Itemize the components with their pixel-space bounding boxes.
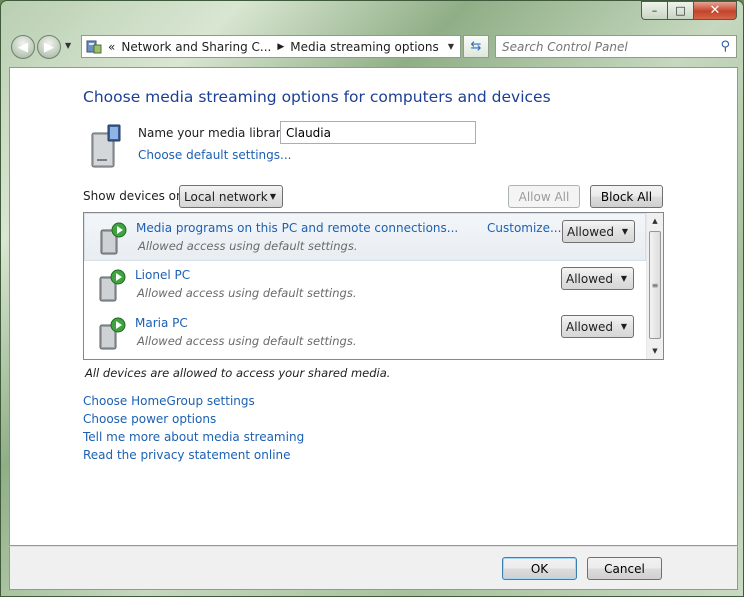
- refresh-button[interactable]: ⇆: [463, 35, 489, 58]
- customize-link[interactable]: Customize...: [487, 221, 561, 235]
- device-row[interactable]: Media programs on this PC and remote con…: [84, 213, 646, 261]
- device-name[interactable]: Maria PC: [135, 316, 188, 330]
- control-panel-icon: [86, 40, 102, 53]
- show-devices-value: Local network: [184, 189, 268, 204]
- device-status: Allowed access using default settings.: [137, 334, 357, 348]
- cancel-button[interactable]: Cancel: [587, 557, 662, 580]
- chevron-down-icon: ▼: [620, 274, 627, 283]
- permission-dropdown[interactable]: Allowed ▼: [561, 267, 634, 290]
- choose-default-settings-link[interactable]: Choose default settings...: [138, 148, 291, 162]
- address-dropdown-icon[interactable]: ▼: [448, 42, 454, 51]
- breadcrumb-media-streaming[interactable]: Media streaming options: [290, 40, 438, 54]
- breadcrumb-network-sharing[interactable]: Network and Sharing C...: [121, 40, 271, 54]
- address-bar[interactable]: « Network and Sharing C... ▶ Media strea…: [81, 35, 461, 58]
- caption-buttons: – □ ✕: [641, 1, 737, 21]
- chevron-down-icon: ▼: [621, 227, 628, 236]
- navigation-bar: ◀ ▶ ▼ « Network and Sharing C... ▶ Media…: [9, 33, 737, 61]
- scroll-down-icon[interactable]: ▼: [647, 343, 663, 359]
- device-list: Media programs on this PC and remote con…: [83, 212, 664, 360]
- breadcrumb-prefix[interactable]: «: [108, 40, 115, 54]
- page-title: Choose media streaming options for compu…: [83, 88, 551, 106]
- power-options-link[interactable]: Choose power options: [83, 411, 304, 427]
- close-button[interactable]: ✕: [693, 1, 737, 20]
- vertical-scrollbar[interactable]: ▲ ≡ ▼: [646, 213, 663, 359]
- device-name[interactable]: Lionel PC: [135, 268, 190, 282]
- library-name-label: Name your media library:: [138, 126, 291, 140]
- device-row[interactable]: Lionel PC Allowed access using default s…: [84, 261, 646, 309]
- recent-pages-dropdown-icon[interactable]: ▼: [65, 41, 71, 50]
- scroll-up-icon[interactable]: ▲: [647, 213, 663, 229]
- forward-button[interactable]: ▶: [37, 35, 61, 59]
- search-icon[interactable]: ⚲: [720, 39, 730, 54]
- permission-dropdown[interactable]: Allowed ▼: [561, 315, 634, 338]
- chevron-down-icon: ▼: [620, 322, 627, 331]
- block-all-button[interactable]: Block All: [590, 185, 663, 208]
- device-status: Allowed access using default settings.: [138, 239, 358, 253]
- search-box: ⚲: [495, 35, 737, 58]
- dialog-footer: OK Cancel: [9, 546, 738, 590]
- refresh-icon: ⇆: [470, 39, 482, 54]
- breadcrumb-separator-icon[interactable]: ▶: [277, 42, 284, 52]
- related-links: Choose HomeGroup settings Choose power o…: [83, 393, 304, 463]
- privacy-statement-link[interactable]: Read the privacy statement online: [83, 447, 304, 463]
- device-row[interactable]: Maria PC Allowed access using default se…: [84, 309, 646, 357]
- maximize-button[interactable]: □: [667, 1, 693, 20]
- media-device-icon: [99, 269, 126, 302]
- permission-value: Allowed: [567, 224, 615, 239]
- permission-dropdown[interactable]: Allowed ▼: [562, 220, 635, 243]
- permission-value: Allowed: [566, 271, 614, 286]
- main-content: Choose media streaming options for compu…: [9, 67, 738, 546]
- window-frame: – □ ✕ ◀ ▶ ▼ « Network and Sharing C... ▶…: [0, 0, 744, 597]
- forward-arrow-icon: ▶: [44, 39, 54, 55]
- search-input[interactable]: [496, 39, 708, 54]
- media-streaming-info-link[interactable]: Tell me more about media streaming: [83, 429, 304, 445]
- scroll-thumb[interactable]: ≡: [649, 231, 661, 339]
- library-name-input[interactable]: [280, 121, 476, 144]
- show-devices-dropdown[interactable]: Local network ▼: [179, 185, 283, 208]
- ok-button[interactable]: OK: [502, 557, 577, 580]
- back-button[interactable]: ◀: [11, 35, 35, 59]
- media-device-icon: [99, 317, 126, 350]
- sharing-note: All devices are allowed to access your s…: [85, 366, 391, 380]
- media-library-icon: [91, 124, 121, 168]
- permission-value: Allowed: [566, 319, 614, 334]
- homegroup-settings-link[interactable]: Choose HomeGroup settings: [83, 393, 304, 409]
- allow-all-button[interactable]: Allow All: [508, 185, 580, 208]
- device-status: Allowed access using default settings.: [137, 286, 357, 300]
- show-devices-label: Show devices on:: [83, 189, 188, 203]
- back-arrow-icon: ◀: [18, 39, 28, 55]
- minimize-button[interactable]: –: [641, 1, 667, 20]
- device-name[interactable]: Media programs on this PC and remote con…: [136, 221, 458, 235]
- media-device-icon: [100, 222, 127, 255]
- chevron-down-icon: ▼: [269, 192, 276, 201]
